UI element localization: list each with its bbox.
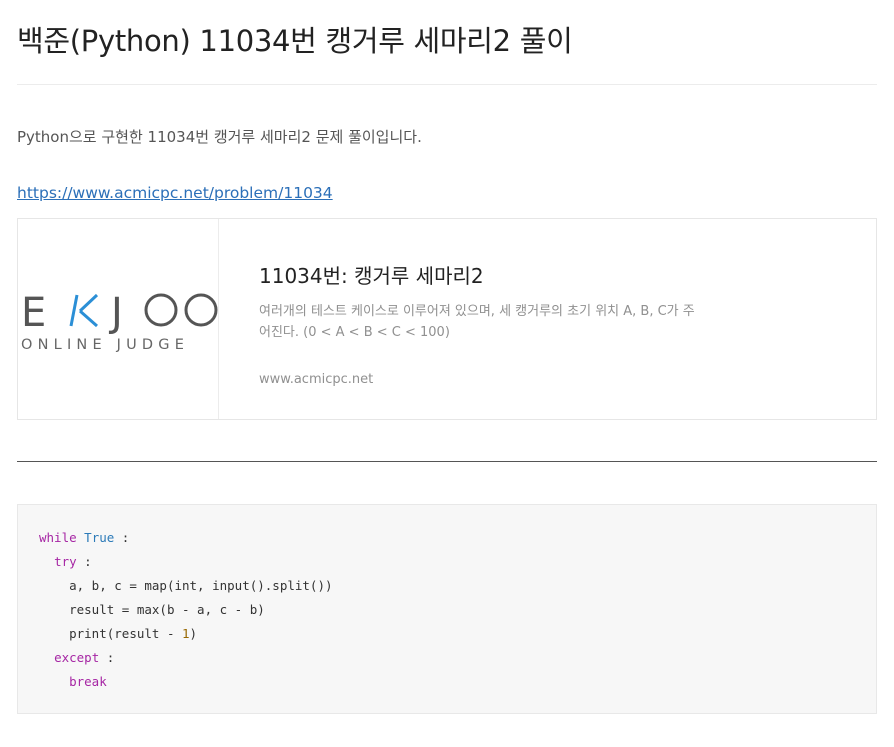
code-line-7: break bbox=[39, 670, 333, 694]
code-line-5: print(result - 1) bbox=[69, 626, 198, 641]
intro-text: Python으로 구현한 11034번 캥거루 세마리2 문제 풀이입니다. bbox=[17, 128, 422, 146]
preview-description-line2: 어진다. (0 < A < B < C < 100) bbox=[259, 325, 450, 340]
logo-k-accent bbox=[69, 293, 99, 328]
logo-letter-e: E bbox=[21, 290, 46, 336]
page-title: 백준(Python) 11034번 캥거루 세마리2 풀이 bbox=[17, 24, 573, 58]
link-preview-card[interactable]: E J ONLINE JUDGE 11034번: 캥거루 세마리2 여러개의 테… bbox=[17, 218, 877, 420]
preview-description-line1: 여러개의 테스트 케이스로 이루어져 있으며, 세 캥거루의 초기 위치 A, … bbox=[259, 304, 695, 319]
boj-logo-thumbnail: E J ONLINE JUDGE bbox=[18, 219, 219, 419]
title-divider bbox=[17, 84, 877, 85]
keyword-while: while bbox=[39, 530, 77, 545]
builtin-true: True bbox=[84, 530, 115, 545]
problem-link[interactable]: https://www.acmicpc.net/problem/11034 bbox=[17, 184, 333, 202]
logo-letter-o1 bbox=[144, 293, 178, 327]
code-line-3: a, b, c = map(int, input().split()) bbox=[69, 578, 333, 593]
logo-sub-text: ONLINE JUDGE bbox=[21, 337, 189, 353]
boj-logo: E J ONLINE JUDGE bbox=[21, 290, 218, 353]
preview-description: 여러개의 테스트 케이스로 이루어져 있으며, 세 캥거루의 초기 위치 A, … bbox=[259, 301, 729, 343]
code-line-1: while True : bbox=[39, 530, 130, 545]
code-block[interactable]: while True : try : a, b, c = map(int, in… bbox=[17, 504, 877, 714]
keyword-try: try bbox=[54, 554, 77, 569]
keyword-break: break bbox=[69, 674, 107, 689]
preview-title: 11034번: 캥거루 세마리2 bbox=[259, 264, 484, 288]
preview-domain: www.acmicpc.net bbox=[259, 372, 374, 387]
code-line-2: try : bbox=[54, 554, 92, 569]
logo-letter-j: J bbox=[108, 290, 123, 336]
logo-letter-o2 bbox=[184, 293, 218, 327]
horizontal-rule bbox=[17, 461, 877, 462]
code-content: while True : try : a, b, c = map(int, in… bbox=[39, 526, 333, 694]
number-literal: 1 bbox=[182, 626, 190, 641]
code-line-6: except : bbox=[54, 650, 115, 665]
code-line-4: result = max(b - a, c - b) bbox=[69, 602, 265, 617]
link-preview-body: 11034번: 캥거루 세마리2 여러개의 테스트 케이스로 이루어져 있으며,… bbox=[259, 219, 819, 419]
logo-main-text: E bbox=[21, 290, 46, 336]
keyword-except: except bbox=[54, 650, 100, 665]
